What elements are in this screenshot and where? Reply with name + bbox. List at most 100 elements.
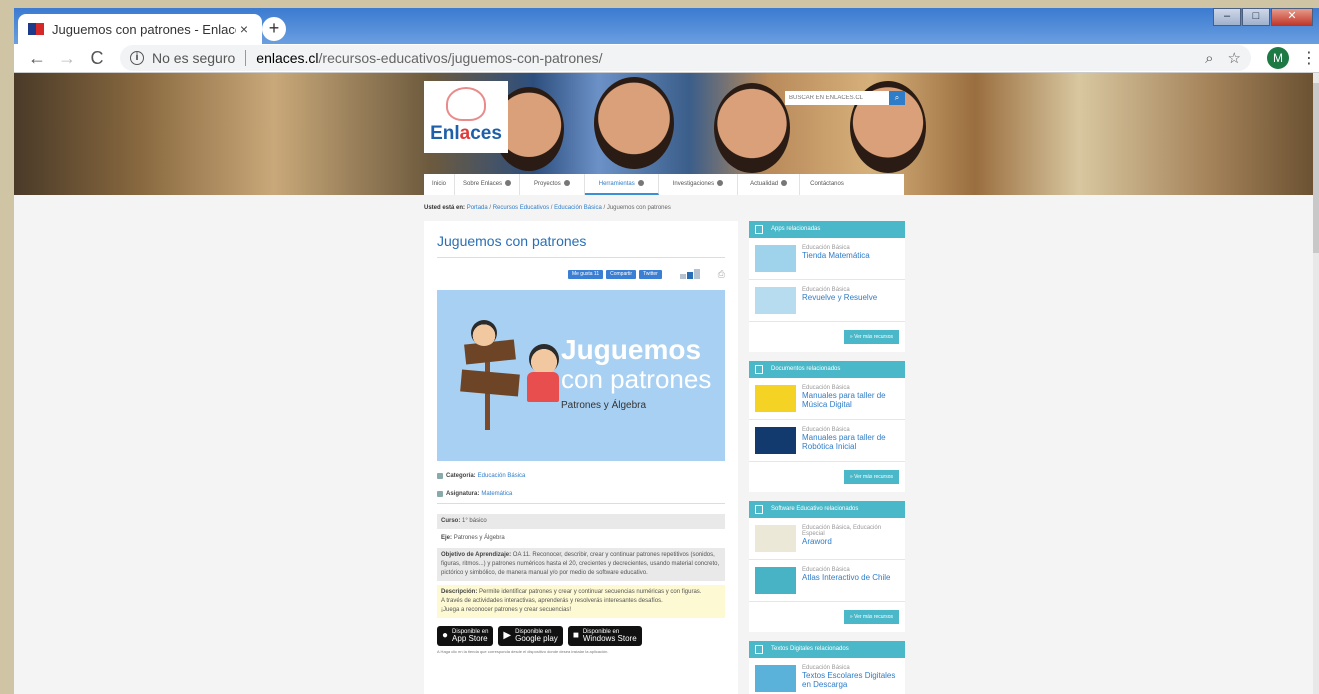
windows-store-button[interactable]: ■ Disponible en Windows Store (567, 626, 642, 646)
list-item[interactable]: Educación Básica Revuelve y Resuelve (749, 280, 905, 322)
list-item[interactable]: Educación Básica Tienda Matemática (749, 238, 905, 280)
scrollbar[interactable] (1313, 73, 1319, 694)
breadcrumb-sep: / (489, 205, 492, 211)
item-link[interactable]: Atlas Interactivo de Chile (802, 573, 891, 582)
back-icon[interactable]: ← (22, 48, 52, 69)
site-search-input[interactable] (785, 91, 889, 105)
list-item[interactable]: Educación Básica Atlas Interactivo de Chi… (749, 560, 905, 602)
breadcrumb-prefix: Usted está en: (424, 205, 466, 211)
main-nav: Inicio Sobre Enlaces Proyectos Herramien… (424, 174, 904, 195)
list-item[interactable]: Educación Básica Manuales para taller de … (749, 378, 905, 420)
panel-header: Apps relacionadas (749, 221, 905, 238)
nav-herramientas[interactable]: Herramientas (584, 174, 659, 195)
enlaces-logo[interactable]: Enlaces (424, 81, 508, 153)
subject-link[interactable]: Matemática (481, 491, 512, 497)
nav-dropdown-icon (637, 180, 644, 187)
item-link[interactable]: Manuales para taller de Música Digital (802, 391, 899, 409)
breadcrumb-portada[interactable]: Portada (467, 205, 488, 211)
item-link[interactable]: Textos Escolares Digitales en Descarga (802, 671, 899, 689)
nav-actualidad[interactable]: Actualidad (738, 174, 801, 195)
tab-close-icon[interactable]: × (236, 21, 252, 37)
item-link[interactable]: Manuales para taller de Robótica Inicial (802, 433, 899, 451)
close-window-button[interactable]: ✕ (1271, 8, 1313, 26)
list-item[interactable]: Educación Básica Manuales para taller de … (749, 420, 905, 462)
more-resources-button[interactable]: » Ver más recursos (843, 610, 899, 624)
maximize-button[interactable]: □ (1242, 8, 1270, 26)
apps-panel: Apps relacionadas Educación Básica Tienda… (749, 221, 905, 352)
minimize-button[interactable]: – (1213, 8, 1241, 26)
description-box: Descripción: Permite identificar patrone… (437, 585, 725, 618)
more-row: » Ver más recursos (749, 322, 905, 352)
apple-icon: ● (442, 630, 449, 641)
item-link[interactable]: Tienda Matemática (802, 251, 870, 260)
scrollbar-thumb[interactable] (1313, 83, 1319, 253)
nav-contactanos[interactable]: Contáctanos (800, 174, 854, 195)
address-bar[interactable]: i No es seguro enlaces.cl /recursos-educ… (120, 45, 1251, 71)
subject-icon (437, 491, 443, 497)
axis-label: Eje: (441, 535, 453, 541)
resource-thumbnail (755, 567, 796, 594)
objective-label: Objetivo de Aprendizaje: (441, 552, 512, 558)
facebook-share-button[interactable]: Compartir (606, 269, 637, 279)
more-resources-button[interactable]: » Ver más recursos (843, 330, 899, 344)
list-item[interactable]: Educación Básica, Educación Especial Araw… (749, 518, 905, 560)
texts-panel: Textos Digitales relacionados Educación … (749, 641, 905, 694)
page-viewport: Enlaces ⌕ Inicio Sobre Enlaces Proyectos… (14, 73, 1313, 694)
panel-title: Apps relacionadas (771, 226, 821, 232)
resource-thumbnail (755, 427, 796, 454)
divider (437, 503, 725, 504)
article: Juguemos con patrones Me gusta 11 Compar… (424, 221, 738, 694)
nav-proyectos[interactable]: Proyectos (520, 174, 585, 195)
banner-subtitle: Patrones y Álgebra (561, 400, 647, 411)
store-fine-print: A Haga clic en la tienda que corresponda… (437, 649, 609, 654)
more-resources-button[interactable]: » Ver más recursos (843, 470, 899, 484)
panel-title: Documentos relacionados (771, 366, 841, 372)
sign-board-icon (460, 369, 520, 397)
reload-icon[interactable]: C (82, 48, 112, 69)
software-panel: Software Educativo relacionados Educació… (749, 501, 905, 632)
objective-box: Objetivo de Aprendizaje: OA 11. Reconoce… (437, 548, 725, 581)
font-size-icon[interactable] (679, 269, 702, 279)
nav-dropdown-icon (781, 180, 788, 187)
nav-inicio[interactable]: Inicio (424, 174, 456, 195)
google-play-button[interactable]: ▶ Disponible en Google play (498, 626, 563, 646)
bookmark-star-icon[interactable]: ☆ (1228, 49, 1241, 67)
breadcrumb: Usted está en: Portada / Recursos Educat… (424, 205, 671, 211)
facebook-like-button[interactable]: Me gusta 11 (567, 269, 604, 279)
resource-banner: Juguemos con patrones Patrones y Álgebra (437, 290, 725, 461)
share-bar: Me gusta 11 Compartir Twitter ⎙ (437, 268, 725, 280)
category-link[interactable]: Educación Básica (478, 473, 526, 479)
breadcrumb-recursos[interactable]: Recursos Educativos (493, 205, 549, 211)
item-link[interactable]: Revuelve y Resuelve (802, 293, 877, 302)
new-tab-button[interactable]: + (262, 17, 286, 41)
category-label: Categoría: (446, 473, 476, 479)
resource-thumbnail (755, 385, 796, 412)
child-photo-2 (594, 77, 674, 169)
zoom-icon[interactable]: ⌕ (1205, 50, 1213, 67)
nav-investigaciones[interactable]: Investigaciones (659, 174, 739, 195)
store-big: Windows Store (582, 634, 637, 643)
item-link[interactable]: Araword (802, 537, 899, 546)
breadcrumb-sep: / (603, 205, 606, 211)
tab-title: Juguemos con patrones - Enlaces (52, 21, 236, 37)
child-illustration (529, 344, 559, 374)
browser-tab[interactable]: Juguemos con patrones - Enlaces × (18, 14, 262, 44)
nav-sobre-enlaces[interactable]: Sobre Enlaces (455, 174, 521, 195)
profile-avatar[interactable]: M (1267, 47, 1289, 69)
browser-menu-icon[interactable]: ⋮ (1301, 48, 1317, 68)
print-icon[interactable]: ⎙ (718, 269, 725, 280)
info-icon[interactable]: i (130, 51, 144, 65)
resource-thumbnail (755, 525, 796, 552)
app-store-button[interactable]: ● Disponible en App Store (437, 626, 494, 646)
logo-mark-icon (446, 87, 486, 121)
search-icon[interactable]: ⌕ (889, 91, 905, 105)
more-row: » Ver más recursos (749, 462, 905, 492)
list-item[interactable]: Educación Básica Textos Escolares Digital… (749, 658, 905, 694)
breadcrumb-educacion-basica[interactable]: Educación Básica (554, 205, 602, 211)
banner-title-1: Juguemos (561, 334, 702, 365)
documents-panel: Documentos relacionados Educación Básica… (749, 361, 905, 492)
security-label: No es seguro (152, 50, 236, 66)
course-value: 1° básico (462, 518, 487, 524)
twitter-button[interactable]: Twitter (639, 269, 662, 279)
forward-icon[interactable]: → (52, 48, 82, 69)
